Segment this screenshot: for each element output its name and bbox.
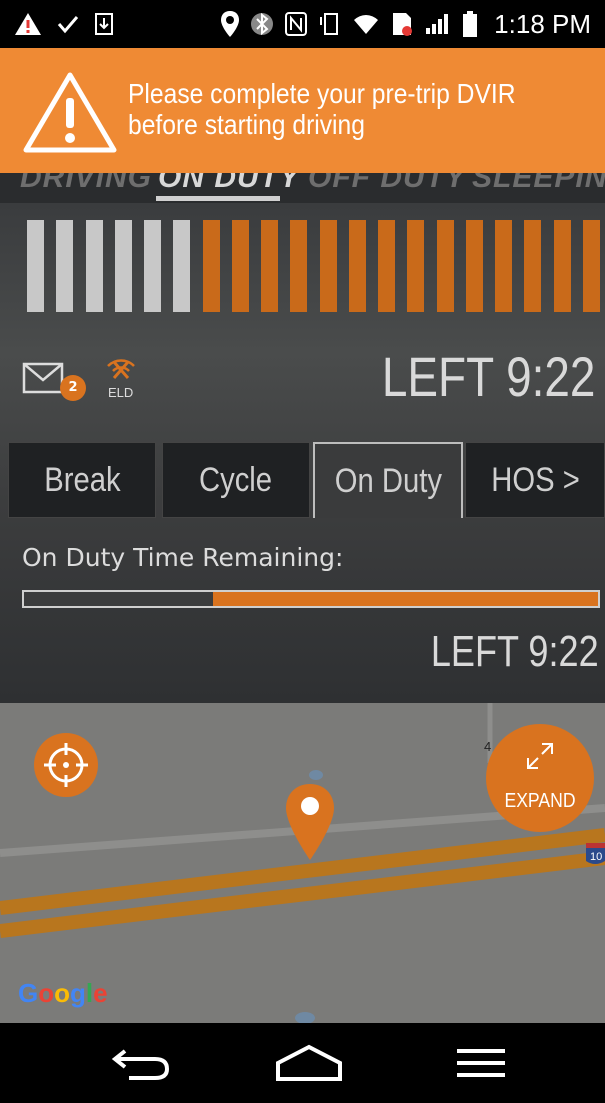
hos-bar-remaining bbox=[319, 220, 337, 312]
interstate-shield-label: 10 bbox=[590, 851, 602, 863]
duty-tab-on-duty[interactable]: ON DUTY bbox=[158, 173, 300, 195]
status-notifications bbox=[14, 8, 114, 40]
hos-tabs: Break Cycle On Duty HOS > bbox=[8, 442, 605, 518]
tab-hos-label: HOS > bbox=[490, 460, 580, 499]
expand-map-button[interactable]: EXPAND bbox=[486, 724, 594, 832]
hos-bar-remaining bbox=[524, 220, 542, 312]
signal-icon bbox=[424, 12, 452, 36]
hos-bar-remaining bbox=[436, 220, 454, 312]
back-button[interactable] bbox=[106, 1041, 176, 1085]
expand-label: EXPAND bbox=[504, 790, 576, 812]
crosshair-icon bbox=[44, 743, 88, 787]
google-logo: Google bbox=[18, 978, 108, 1008]
status-time: 1:18 PM bbox=[494, 8, 591, 39]
on-duty-time-left: LEFT 9:22 bbox=[431, 627, 599, 676]
menu-button[interactable] bbox=[446, 1041, 516, 1085]
hos-bar-used bbox=[173, 220, 191, 312]
hos-bar-remaining bbox=[290, 220, 308, 312]
warning-icon bbox=[14, 11, 42, 37]
status-system-icons: 1:18 PM bbox=[220, 8, 591, 40]
check-icon bbox=[56, 13, 80, 35]
home-icon bbox=[276, 1044, 342, 1081]
hos-bar-used bbox=[27, 220, 44, 312]
status-bar: 1:18 PM bbox=[0, 0, 605, 48]
locate-me-button[interactable] bbox=[34, 733, 98, 797]
tab-cycle-label: Cycle bbox=[199, 460, 273, 499]
on-duty-remaining-label: On Duty Time Remaining: bbox=[22, 543, 344, 572]
map-pin-icon bbox=[284, 782, 336, 866]
vibrate-icon bbox=[318, 11, 342, 37]
system-nav-bar bbox=[0, 1023, 605, 1103]
on-duty-progress-bar bbox=[22, 590, 600, 608]
download-icon bbox=[94, 12, 114, 36]
sim-icon bbox=[390, 11, 414, 37]
duty-status-tabs: DRIVING ON DUTY OFF DUTY SLEEPING bbox=[0, 173, 605, 203]
on-duty-progress-fill bbox=[213, 592, 598, 606]
google-attribution: Google bbox=[18, 978, 108, 1009]
duty-tab-indicator bbox=[156, 196, 280, 201]
alert-message: Please complete your pre-trip DVIR befor… bbox=[128, 78, 516, 140]
hos-bar-remaining bbox=[348, 220, 366, 312]
duty-tab-off-duty[interactable]: OFF DUTY bbox=[308, 173, 466, 195]
nfc-icon bbox=[284, 11, 308, 37]
location-icon bbox=[220, 10, 240, 38]
hos-bar-remaining bbox=[407, 220, 425, 312]
hos-bar-graph bbox=[27, 220, 600, 312]
mail-icon[interactable] bbox=[22, 362, 64, 394]
time-left-header: LEFT 9:22 bbox=[381, 345, 595, 408]
home-button[interactable] bbox=[274, 1041, 344, 1085]
duty-tab-sleeping[interactable]: SLEEPING bbox=[472, 173, 605, 195]
hos-bar-used bbox=[56, 220, 74, 312]
interstate-shield-icon: 10 bbox=[586, 843, 605, 864]
warning-triangle-icon bbox=[22, 70, 118, 160]
hos-bar-remaining bbox=[378, 220, 396, 312]
tab-hos[interactable]: HOS > bbox=[465, 442, 605, 518]
hos-bar-used bbox=[85, 220, 103, 312]
hos-bar-used bbox=[144, 220, 162, 312]
duty-tab-driving[interactable]: DRIVING bbox=[20, 173, 152, 195]
expand-arrows-icon bbox=[527, 743, 553, 769]
hos-bar-used bbox=[114, 220, 132, 312]
battery-icon bbox=[462, 10, 478, 38]
hos-bar-remaining bbox=[495, 220, 513, 312]
tab-cycle[interactable]: Cycle bbox=[162, 442, 310, 518]
tab-on-duty-label: On Duty bbox=[334, 461, 442, 500]
dvir-alert-banner[interactable]: Please complete your pre-trip DVIR befor… bbox=[0, 48, 605, 173]
back-icon bbox=[111, 1049, 170, 1080]
message-count-badge: 2 bbox=[60, 375, 86, 401]
tab-on-duty[interactable]: On Duty bbox=[313, 442, 463, 518]
hos-bar-remaining bbox=[202, 220, 220, 312]
bluetooth-icon bbox=[250, 11, 274, 37]
tab-break[interactable]: Break bbox=[8, 442, 156, 518]
wifi-icon bbox=[352, 12, 380, 36]
eld-label: ELD bbox=[108, 385, 134, 400]
hos-bar-remaining bbox=[583, 220, 600, 312]
hos-bar-remaining bbox=[231, 220, 249, 312]
menu-icon bbox=[457, 1049, 505, 1077]
hos-bar-remaining bbox=[465, 220, 483, 312]
tab-break-label: Break bbox=[43, 460, 121, 499]
hos-bar-remaining bbox=[553, 220, 571, 312]
hos-bar-remaining bbox=[261, 220, 279, 312]
